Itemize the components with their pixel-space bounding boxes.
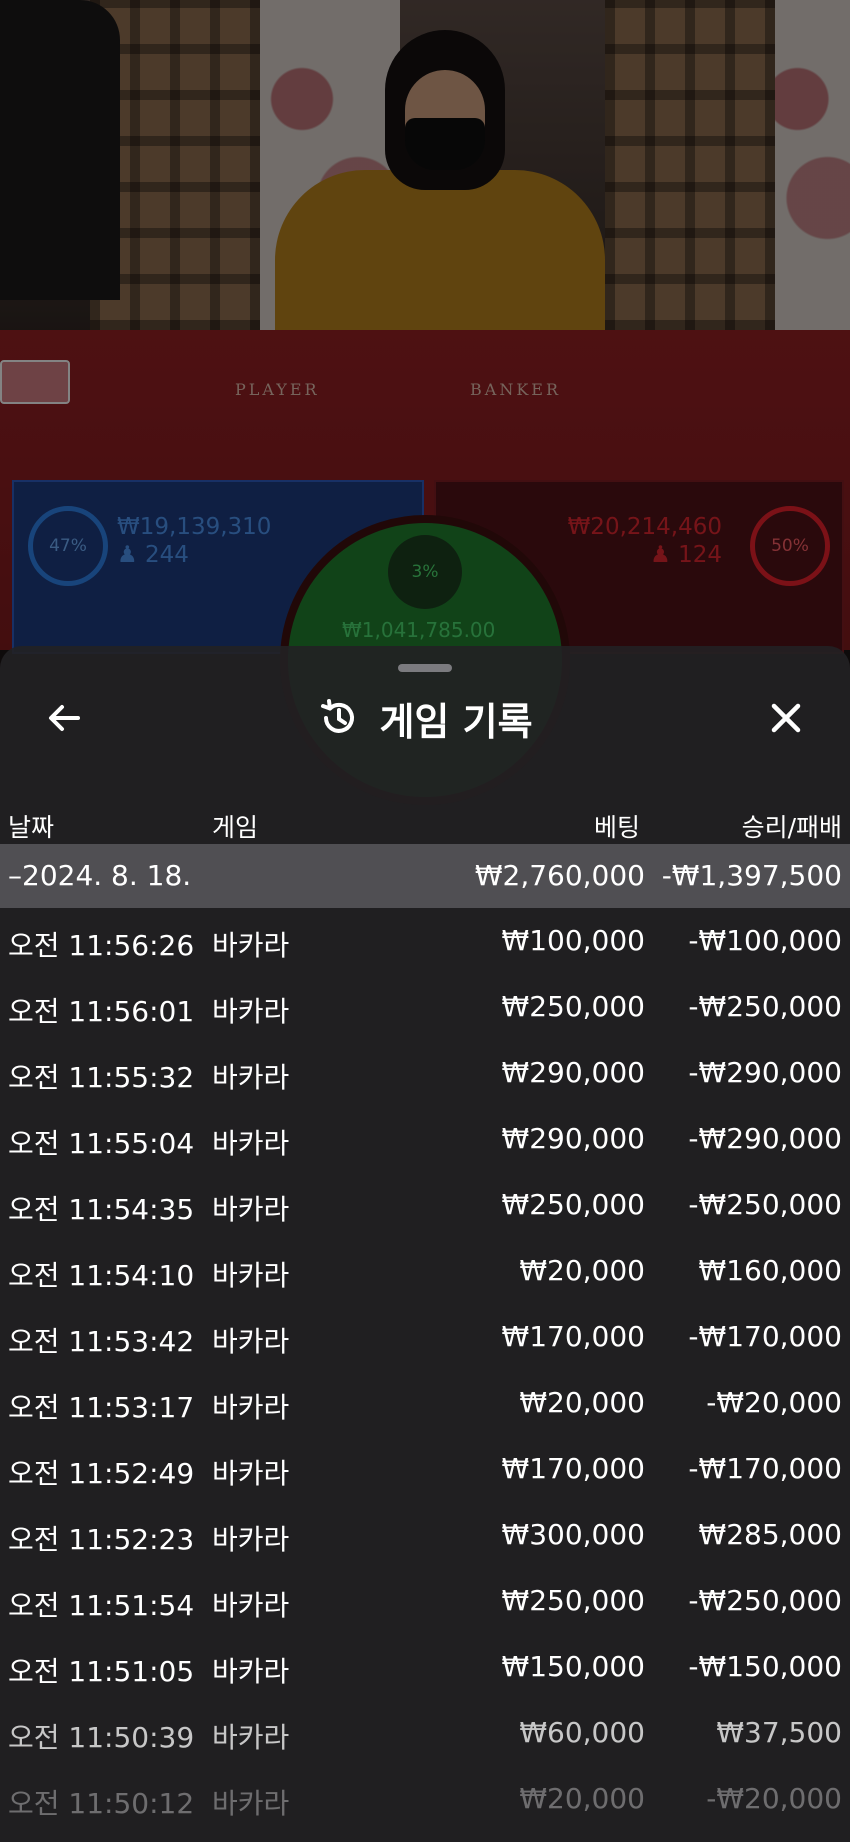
row-bet: ₩20,000 [519, 1782, 645, 1815]
row-result: -₩170,000 [688, 1452, 842, 1485]
row-bet: ₩250,000 [501, 1584, 645, 1617]
column-result[interactable]: 승리/패배 [742, 808, 842, 844]
row-result: -₩250,000 [688, 990, 842, 1023]
row-bet: ₩290,000 [501, 1056, 645, 1089]
summary-date: –2024. 8. 18. [8, 859, 192, 892]
row-result: -₩100,000 [688, 924, 842, 957]
row-result: -₩20,000 [706, 1782, 842, 1815]
column-game[interactable]: 게임 [212, 808, 258, 844]
row-time: 오전 11:51:54 [8, 1589, 195, 1622]
row-time: 오전 11:50:12 [8, 1787, 195, 1820]
close-icon [771, 703, 801, 733]
row-time: 오전 11:54:35 [8, 1193, 195, 1226]
history-row[interactable]: 오전 11:52:49 바카라 ₩170,000 -₩170,000 [0, 1436, 850, 1502]
page-title: 게임 기록 [379, 699, 533, 744]
summary-result: -₩1,397,500 [661, 859, 842, 892]
history-row[interactable]: 오전 11:55:32 바카라 ₩290,000 -₩290,000 [0, 1040, 850, 1106]
row-time: 오전 11:56:26 [8, 929, 195, 962]
row-game: 바카라 [212, 1325, 290, 1358]
row-game: 바카라 [212, 1457, 290, 1490]
row-game: 바카라 [212, 1655, 290, 1688]
row-result: -₩20,000 [706, 1386, 842, 1419]
row-result: -₩170,000 [688, 1320, 842, 1353]
history-row[interactable]: 오전 11:51:05 바카라 ₩150,000 -₩150,000 [0, 1634, 850, 1700]
history-row[interactable]: 오전 11:56:26 바카라 ₩100,000 -₩100,000 [0, 908, 850, 974]
row-time: 오전 11:51:05 [8, 1655, 195, 1688]
row-result: -₩150,000 [688, 1650, 842, 1683]
column-date[interactable]: 날짜 [8, 808, 54, 844]
row-game: 바카라 [212, 995, 290, 1028]
history-row[interactable]: 오전 11:56:01 바카라 ₩250,000 -₩250,000 [0, 974, 850, 1040]
column-bet[interactable]: 베팅 [594, 808, 640, 844]
row-result: ₩285,000 [698, 1518, 842, 1551]
row-bet: ₩20,000 [519, 1254, 645, 1287]
row-result: ₩37,500 [716, 1716, 842, 1749]
sheet-header: 게임 기록 [0, 688, 850, 748]
row-bet: ₩100,000 [501, 924, 645, 957]
date-summary-row[interactable]: –2024. 8. 18. ₩2,760,000 -₩1,397,500 [0, 844, 850, 908]
drag-handle[interactable] [398, 664, 452, 672]
game-history-sheet: 게임 기록 날짜 게임 베팅 승리/패배 –2024. 8. 18. ₩2,76… [0, 646, 850, 1842]
row-game: 바카라 [212, 1193, 290, 1226]
history-row[interactable]: 오전 11:55:04 바카라 ₩290,000 -₩290,000 [0, 1106, 850, 1172]
row-bet: ₩250,000 [501, 990, 645, 1023]
row-result: ₩160,000 [698, 1254, 842, 1287]
row-result: -₩250,000 [688, 1584, 842, 1617]
history-icon [321, 699, 355, 733]
row-game: 바카라 [212, 1061, 290, 1094]
history-row[interactable]: 오전 11:54:10 바카라 ₩20,000 ₩160,000 [0, 1238, 850, 1304]
row-bet: ₩20,000 [519, 1386, 645, 1419]
row-result: -₩290,000 [688, 1122, 842, 1155]
close-button[interactable] [760, 692, 812, 744]
summary-bet: ₩2,760,000 [474, 859, 645, 892]
history-list: 오전 11:56:26 바카라 ₩100,000 -₩100,000 오전 11:56… [0, 908, 850, 1832]
row-bet: ₩170,000 [501, 1320, 645, 1353]
history-row[interactable]: 오전 11:54:35 바카라 ₩250,000 -₩250,000 [0, 1172, 850, 1238]
history-row[interactable]: 오전 11:53:17 바카라 ₩20,000 -₩20,000 [0, 1370, 850, 1436]
history-row[interactable]: 오전 11:50:12 바카라 ₩20,000 -₩20,000 [0, 1766, 850, 1832]
row-game: 바카라 [212, 1589, 290, 1622]
history-row[interactable]: 오전 11:52:23 바카라 ₩300,000 ₩285,000 [0, 1502, 850, 1568]
row-time: 오전 11:54:10 [8, 1259, 195, 1292]
row-time: 오전 11:53:42 [8, 1325, 195, 1358]
row-bet: ₩250,000 [501, 1188, 645, 1221]
row-result: -₩250,000 [688, 1188, 842, 1221]
row-game: 바카라 [212, 1391, 290, 1424]
row-game: 바카라 [212, 1721, 290, 1754]
row-bet: ₩170,000 [501, 1452, 645, 1485]
history-row[interactable]: 오전 11:53:42 바카라 ₩170,000 -₩170,000 [0, 1304, 850, 1370]
row-time: 오전 11:50:39 [8, 1721, 195, 1754]
history-row[interactable]: 오전 11:51:54 바카라 ₩250,000 -₩250,000 [0, 1568, 850, 1634]
row-result: -₩290,000 [688, 1056, 842, 1089]
row-time: 오전 11:55:32 [8, 1061, 195, 1094]
history-row[interactable]: 오전 11:50:39 바카라 ₩60,000 ₩37,500 [0, 1700, 850, 1766]
row-time: 오전 11:52:23 [8, 1523, 195, 1556]
row-bet: ₩300,000 [501, 1518, 645, 1551]
row-game: 바카라 [212, 1787, 290, 1820]
row-bet: ₩150,000 [501, 1650, 645, 1683]
row-time: 오전 11:53:17 [8, 1391, 195, 1424]
row-time: 오전 11:52:49 [8, 1457, 195, 1490]
row-game: 바카라 [212, 1259, 290, 1292]
row-game: 바카라 [212, 929, 290, 962]
row-game: 바카라 [212, 1523, 290, 1556]
row-time: 오전 11:55:04 [8, 1127, 195, 1160]
row-game: 바카라 [212, 1127, 290, 1160]
row-time: 오전 11:56:01 [8, 995, 195, 1028]
row-bet: ₩60,000 [519, 1716, 645, 1749]
row-bet: ₩290,000 [501, 1122, 645, 1155]
